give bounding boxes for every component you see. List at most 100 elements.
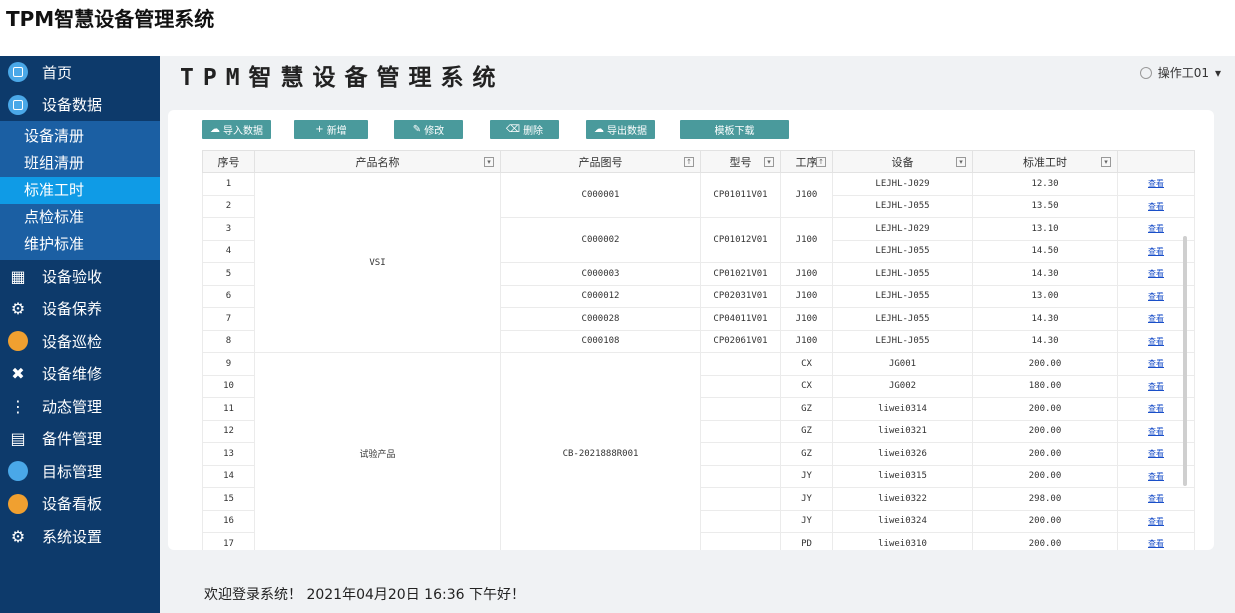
submenu-item-inspection-standard[interactable]: 点检标准 [0, 204, 160, 231]
sort-icon[interactable]: ↑ [816, 157, 826, 167]
view-link[interactable]: 查看 [1148, 224, 1164, 233]
cell-no: 11 [202, 397, 255, 421]
submenu-item-standard-hours[interactable]: 标准工时 [0, 177, 160, 204]
cell-no: 15 [202, 487, 255, 511]
table-row[interactable]: 9 试验产品 CB-2021888R001 CX JG001 200.00 查看 [202, 352, 1195, 550]
edit-button[interactable]: ✎ 修改 [394, 120, 463, 139]
template-download-button[interactable]: 模板下载 [680, 120, 789, 139]
clipboard-round-icon [8, 331, 28, 352]
column-header-action [1117, 150, 1195, 173]
home-icon [8, 62, 28, 83]
view-link[interactable]: 查看 [1148, 337, 1164, 346]
cell-standard-hours: 14.50 [972, 239, 1118, 263]
view-link[interactable]: 查看 [1148, 314, 1164, 323]
column-header-standard-hours[interactable]: 标准工时 ▾ [972, 150, 1118, 173]
cell-action: 查看 [1117, 172, 1195, 196]
cell-process: GZ [780, 442, 833, 466]
welcome-message: 欢迎登录系统！ 2021年04月20日 16:36 下午好！ [204, 587, 525, 603]
filter-icon[interactable]: ▾ [484, 157, 494, 167]
cell-model: CP02061V01 [700, 329, 781, 353]
cell-process: CX [780, 374, 833, 398]
submenu-item-equipment-list[interactable]: 设备清册 [0, 123, 160, 150]
sidebar-item-patrol[interactable]: 设备巡检 [0, 325, 160, 358]
sidebar-item-settings[interactable]: ⚙ 系统设置 [0, 520, 160, 553]
view-link[interactable]: 查看 [1148, 359, 1164, 368]
column-header-product-name[interactable]: 产品名称 ▾ [254, 150, 501, 173]
sort-icon[interactable]: ↑ [684, 157, 694, 167]
submenu-item-maintenance-standard[interactable]: 维护标准 [0, 231, 160, 258]
cell-model [700, 374, 781, 398]
import-button[interactable]: ☁ 导入数据 [202, 120, 271, 139]
sidebar-item-targets[interactable]: 目标管理 [0, 455, 160, 488]
view-link[interactable]: 查看 [1148, 382, 1164, 391]
cell-standard-hours: 200.00 [972, 397, 1118, 421]
content-card: ☁ 导入数据 + 新增 ✎ 修改 ⌫ 删除 ☁ 导出数据 模板下载 序号 产品名… [168, 110, 1214, 550]
sidebar-item-dashboard[interactable]: 设备看板 [0, 488, 160, 521]
cell-model: CP01011V01 [700, 172, 781, 218]
table-row[interactable]: 1 VSI C000001 CP01011V01 J100 LEJHL-J029 12.30… [202, 172, 1195, 353]
submenu-device-data: 设备清册 班组清册 标准工时 点检标准 维护标准 [0, 121, 160, 260]
cell-standard-hours: 200.00 [972, 442, 1118, 466]
cell-process: J100 [780, 172, 833, 218]
column-header-no[interactable]: 序号 [202, 150, 255, 173]
column-header-drawing[interactable]: 产品图号 ↑ [500, 150, 701, 173]
sidebar-item-spare-parts[interactable]: ▤ 备件管理 [0, 423, 160, 456]
table-body: 1 VSI C000001 CP01011V01 J100 LEJHL-J029 12.30… [202, 172, 1195, 550]
submenu-item-team-list[interactable]: 班组清册 [0, 150, 160, 177]
view-link[interactable]: 查看 [1148, 427, 1164, 436]
delete-button[interactable]: ⌫ 删除 [490, 120, 559, 139]
cell-device: LEJHL-J055 [832, 262, 973, 286]
page-caption: TPM智慧设备管理系统 [6, 7, 215, 31]
cell-model: CP04011V01 [700, 307, 781, 331]
cell-standard-hours: 200.00 [972, 464, 1118, 488]
cell-device: JG002 [832, 374, 973, 398]
cell-process: J100 [780, 307, 833, 331]
sidebar-item-acceptance[interactable]: ▦ 设备验收 [0, 260, 160, 293]
view-link[interactable]: 查看 [1148, 269, 1164, 278]
filter-icon[interactable]: ▾ [956, 157, 966, 167]
add-button[interactable]: + 新增 [294, 120, 368, 139]
view-link[interactable]: 查看 [1148, 202, 1164, 211]
view-link[interactable]: 查看 [1148, 292, 1164, 301]
view-link[interactable]: 查看 [1148, 517, 1164, 526]
cell-model: CP01012V01 [700, 217, 781, 263]
user-name: 操作工01 [1157, 66, 1209, 80]
view-link[interactable]: 查看 [1148, 179, 1164, 188]
cell-device: liwei0326 [832, 442, 973, 466]
column-header-device[interactable]: 设备 ▾ [832, 150, 973, 173]
cell-no: 5 [202, 262, 255, 286]
cell-process: CX [780, 352, 833, 376]
sidebar-item-device-data[interactable]: 设备数据 [0, 89, 160, 122]
sidebar-item-label: 设备巡检 [42, 332, 103, 351]
cell-no: 12 [202, 419, 255, 443]
column-header-process[interactable]: 工序 ↑ [780, 150, 833, 173]
view-link[interactable]: 查看 [1148, 449, 1164, 458]
sidebar-item-home[interactable]: 首页 [0, 56, 160, 89]
wrench-icon: ⚙ [10, 299, 26, 319]
table-scrollbar[interactable] [1183, 236, 1187, 486]
cell-standard-hours: 12.30 [972, 172, 1118, 196]
sidebar-item-dynamics[interactable]: ⋮ 动态管理 [0, 390, 160, 423]
view-link[interactable]: 查看 [1148, 494, 1164, 503]
user-menu[interactable]: 操作工01 ▾ [1139, 64, 1221, 81]
sidebar-item-label: 设备维修 [42, 365, 103, 384]
view-link[interactable]: 查看 [1148, 539, 1164, 548]
cell-device: JG001 [832, 352, 973, 376]
export-button[interactable]: ☁ 导出数据 [586, 120, 655, 139]
view-link[interactable]: 查看 [1148, 247, 1164, 256]
cell-no: 14 [202, 464, 255, 488]
view-link[interactable]: 查看 [1148, 472, 1164, 481]
cell-process: GZ [780, 419, 833, 443]
cell-drawing: C000002 [500, 217, 701, 263]
filter-icon[interactable]: ▾ [1101, 157, 1111, 167]
cell-device: liwei0321 [832, 419, 973, 443]
sidebar-item-upkeep[interactable]: ⚙ 设备保养 [0, 293, 160, 326]
filter-icon[interactable]: ▾ [764, 157, 774, 167]
view-link[interactable]: 查看 [1148, 404, 1164, 413]
column-header-model[interactable]: 型号 ▾ [700, 150, 781, 173]
cell-standard-hours: 13.00 [972, 284, 1118, 308]
cell-no: 3 [202, 217, 255, 241]
sidebar-item-repair[interactable]: ✖ 设备维修 [0, 358, 160, 391]
cell-device: LEJHL-J055 [832, 239, 973, 263]
cell-process: JY [780, 464, 833, 488]
